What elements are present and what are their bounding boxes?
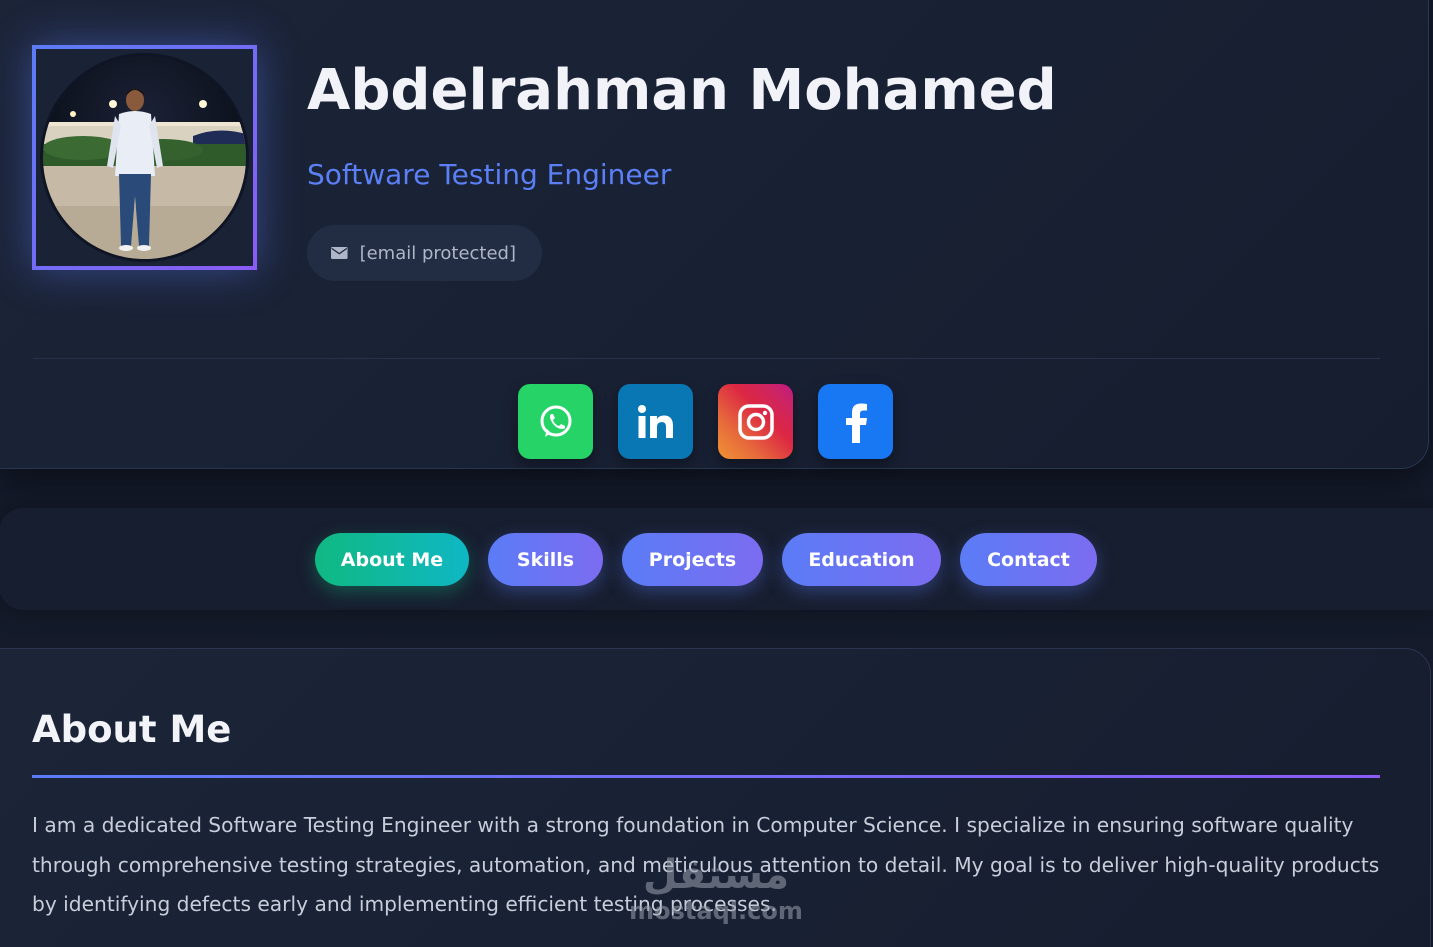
avatar: [40, 53, 249, 262]
nav-education-button[interactable]: Education: [782, 533, 941, 586]
nav-about-me-button[interactable]: About Me: [315, 533, 469, 586]
email-pill[interactable]: [email protected]: [307, 225, 542, 281]
nav-contact-button[interactable]: Contact: [960, 533, 1097, 586]
facebook-link[interactable]: [818, 384, 893, 459]
instagram-link[interactable]: [718, 384, 793, 459]
about-paragraph: I am a dedicated Software Testing Engine…: [32, 813, 1380, 916]
instagram-icon: [737, 403, 774, 440]
whatsapp-icon: [540, 405, 571, 437]
profile-name: Abdelrahman Mohamed: [307, 58, 1057, 123]
avatar-photo: [43, 56, 246, 259]
linkedin-link[interactable]: [618, 384, 693, 459]
header-divider: [33, 358, 1380, 359]
social-links: [518, 384, 893, 459]
about-heading: About Me: [32, 708, 232, 751]
envelope-icon: [331, 247, 348, 259]
linkedin-icon: [637, 404, 673, 438]
nav-projects-button[interactable]: Projects: [622, 533, 763, 586]
avatar-frame: [32, 45, 257, 270]
portfolio-page: Abdelrahman Mohamed Software Testing Eng…: [0, 0, 1433, 947]
whatsapp-link[interactable]: [518, 384, 593, 459]
about-heading-underline: [32, 775, 1380, 778]
facebook-icon: [845, 403, 867, 443]
profile-role: Software Testing Engineer: [307, 158, 672, 191]
email-address: [email protected]: [359, 242, 516, 264]
nav-skills-button[interactable]: Skills: [488, 533, 603, 586]
section-nav: About Me Skills Projects Education Conta…: [315, 533, 1097, 586]
